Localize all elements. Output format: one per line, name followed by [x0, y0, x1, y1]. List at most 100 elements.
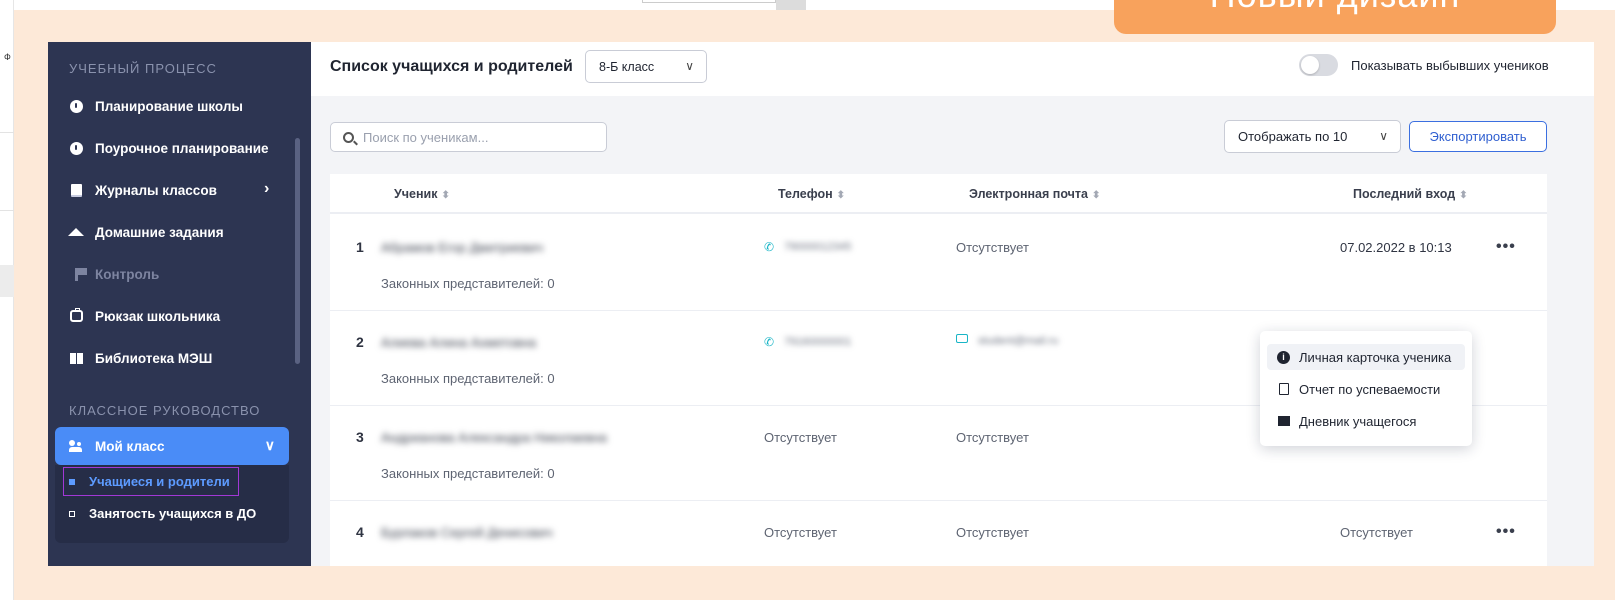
student-name[interactable]: Бурлаков Сергей Денисович	[381, 525, 552, 540]
representatives-count: Законных представителей: 0	[381, 371, 555, 386]
search-input[interactable]: Поиск по ученикам...	[330, 122, 607, 152]
email-cell: Отсутствует	[956, 240, 1029, 255]
background-gray-block	[0, 265, 14, 297]
more-options-icon[interactable]: •••	[1496, 238, 1516, 256]
row-number: 1	[356, 239, 364, 255]
show-dropped-toggle[interactable]	[1299, 54, 1338, 76]
more-options-icon[interactable]: •••	[1496, 523, 1516, 541]
last-login: 07.02.2022 в 10:13	[1340, 240, 1452, 255]
phone-cell: Отсутствует	[764, 525, 837, 540]
class-select-value: 8-Б класс	[599, 59, 655, 74]
sidebar-item-label: Контроль	[95, 266, 160, 282]
subitem-activities[interactable]: Занятость учащихся в ДО	[69, 506, 256, 521]
document-icon	[1277, 383, 1290, 396]
menu-item-label: Дневник учащегося	[1299, 413, 1417, 429]
sidebar-item-label: Планирование школы	[95, 98, 243, 114]
per-page-value: Отображать по 10	[1238, 129, 1348, 144]
sidebar-item-homework[interactable]: Домашние задания	[68, 222, 224, 242]
flag-icon	[69, 267, 87, 281]
student-name[interactable]: Алиева Алина Ахметовна	[381, 335, 536, 350]
row-context-menu: i Личная карточка ученика Отчет по успев…	[1260, 331, 1472, 446]
phone-icon: ✆	[764, 240, 775, 254]
background-app-left: Ф	[0, 0, 14, 600]
bullet-icon	[69, 510, 75, 517]
clock-icon	[69, 99, 83, 113]
sidebar: УЧЕБНЫЙ ПРОЦЕСС Планирование школы Поуро…	[48, 42, 311, 566]
sort-icon: ⬍	[1459, 190, 1468, 201]
section-title-class-management: КЛАССНОЕ РУКОВОДСТВО	[69, 403, 261, 418]
table-row[interactable]: 4 Бурлаков Сергей Денисович Отсутствует …	[330, 501, 1547, 566]
library-icon	[69, 351, 83, 365]
clock-icon	[69, 141, 83, 155]
sidebar-scrollbar[interactable]	[295, 138, 300, 364]
toggle-knob	[1301, 56, 1319, 74]
row-number: 3	[356, 429, 364, 445]
sidebar-item-my-class[interactable]: Мой класс ∨	[55, 427, 289, 465]
search-icon	[343, 131, 354, 143]
sort-icon: ⬍	[441, 190, 450, 201]
email-cell: Отсутствует	[956, 430, 1029, 445]
section-title-learning: УЧЕБНЫЙ ПРОЦЕСС	[69, 61, 217, 76]
background-field-button	[776, 0, 806, 10]
sidebar-item-school-planning[interactable]: Планирование школы	[69, 96, 243, 116]
toggle-label: Показывать выбывших учеников	[1351, 58, 1549, 73]
page-title: Список учащихся и родителей	[330, 58, 573, 75]
export-button[interactable]: Экспортировать	[1409, 121, 1547, 152]
phone-cell: ✆ 79000012345	[764, 240, 852, 254]
menu-item-student-diary[interactable]: Дневник учащегося	[1267, 408, 1465, 434]
sidebar-item-label: Библиотека МЭШ	[95, 350, 213, 366]
main-content: Список учащихся и родителей 8-Б класс ∨ …	[311, 42, 1594, 566]
sidebar-item-label: Поурочное планирование	[95, 140, 269, 156]
sidebar-item-label: Рюкзак школьника	[95, 308, 221, 324]
background-glyph: Ф	[4, 52, 11, 62]
email-cell: Отсутствует	[956, 525, 1029, 540]
chevron-down-icon: ∨	[264, 437, 275, 453]
column-header-last-login[interactable]: Последний вход ⬍	[1353, 187, 1468, 201]
representatives-count: Законных представителей: 0	[381, 276, 555, 291]
row-number: 2	[356, 334, 364, 350]
column-header-email[interactable]: Электронная почта ⬍	[969, 187, 1100, 201]
sidebar-item-backpack[interactable]: Рюкзак школьника	[69, 306, 220, 326]
search-placeholder: Поиск по ученикам...	[363, 129, 489, 145]
sidebar-item-label: Домашние задания	[95, 224, 224, 240]
class-select[interactable]: 8-Б класс ∨	[585, 50, 707, 83]
chevron-right-icon: ›	[264, 180, 270, 197]
backpack-icon	[69, 308, 83, 323]
chevron-down-icon: ∨	[685, 59, 694, 73]
divider	[0, 132, 14, 133]
people-icon	[69, 440, 83, 452]
sort-icon: ⬍	[836, 190, 846, 201]
page-header: Список учащихся и родителей 8-Б класс ∨ …	[311, 42, 1594, 96]
row-number: 4	[356, 524, 364, 540]
sidebar-item-control[interactable]: Контроль	[69, 264, 159, 284]
sidebar-item-lesson-planning[interactable]: Поурочное планирование	[69, 138, 269, 158]
column-header-student[interactable]: Ученик ⬍	[394, 187, 450, 201]
representatives-count: Законных представителей: 0	[381, 466, 555, 481]
table-header: Ученик ⬍ Телефон ⬍ Электронная почта ⬍ Посл…	[330, 174, 1547, 214]
per-page-select[interactable]: Отображать по 10 ∨	[1224, 120, 1401, 153]
sidebar-item-label: Журналы классов	[95, 182, 217, 198]
menu-item-label: Отчет по успеваемости	[1299, 381, 1441, 397]
table-row[interactable]: 1 Абрамов Егор Дмитриевич Законных предс…	[330, 216, 1547, 311]
phone-cell: ✆ 79160000001	[764, 335, 852, 349]
app-window: УЧЕБНЫЙ ПРОЦЕСС Планирование школы Поуро…	[48, 42, 1594, 566]
menu-item-student-card[interactable]: i Личная карточка ученика	[1267, 344, 1465, 370]
diary-icon	[1277, 415, 1290, 428]
background-field	[642, 0, 776, 3]
highlight-frame	[63, 467, 239, 496]
column-header-phone[interactable]: Телефон ⬍	[778, 187, 845, 201]
subitem-label: Занятость учащихся в ДО	[89, 506, 257, 521]
menu-item-performance-report[interactable]: Отчет по успеваемости	[1267, 376, 1465, 402]
chevron-down-icon: ∨	[1379, 129, 1388, 143]
sidebar-item-library[interactable]: Библиотека МЭШ	[69, 348, 212, 368]
student-name[interactable]: Абрамов Егор Дмитриевич	[381, 240, 543, 255]
student-name[interactable]: Андрианова Александра Николаевна	[381, 430, 607, 445]
divider	[0, 210, 14, 211]
sidebar-item-label: Мой класс	[95, 438, 165, 454]
info-icon: i	[1277, 350, 1290, 364]
last-login: Отсутствует	[1340, 525, 1413, 540]
sidebar-item-class-journals[interactable]: Журналы классов ›	[69, 180, 279, 200]
phone-cell: Отсутствует	[764, 430, 837, 445]
book-icon	[69, 183, 83, 197]
mail-icon	[956, 333, 968, 343]
